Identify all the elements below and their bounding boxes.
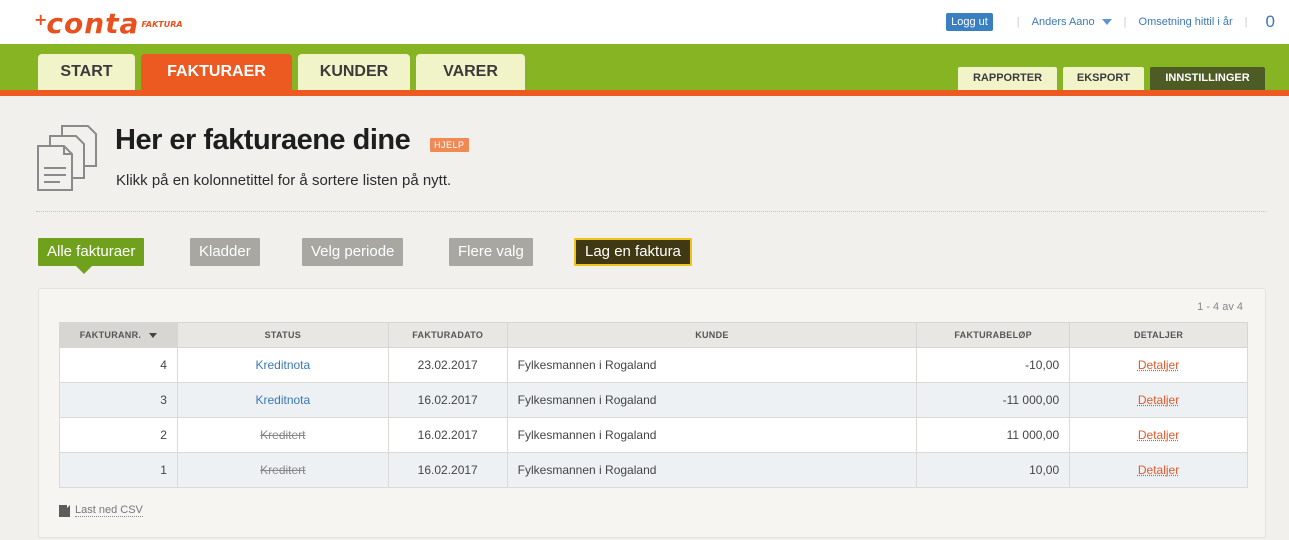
invoice-number: 3 bbox=[59, 382, 178, 418]
column-header-customer[interactable]: KUNDE bbox=[506, 322, 918, 348]
customer-name: Fylkesmannen i Rogaland bbox=[506, 417, 918, 453]
csv-file-icon bbox=[59, 504, 70, 517]
table-row: 4 Kreditnota 23.02.2017 Fylkesmannen i R… bbox=[59, 347, 1248, 383]
filter-period[interactable]: Velg periode bbox=[302, 238, 404, 266]
revenue-value: 0 bbox=[1265, 12, 1275, 31]
filter-all-invoices[interactable]: Alle fakturaer bbox=[38, 238, 145, 274]
column-header-amount[interactable]: FAKTURABELØP bbox=[916, 322, 1071, 348]
page-subtitle: Klikk på en kolonnetittel for å sortere … bbox=[116, 172, 452, 189]
nav-accent-stripe bbox=[0, 90, 1289, 96]
customer-name: Fylkesmannen i Rogaland bbox=[506, 382, 918, 418]
account-area: Logg ut | Anders Aano | Omsetning hittil… bbox=[946, 12, 1289, 32]
revenue-label[interactable]: Omsetning hittil i år bbox=[1139, 16, 1233, 28]
divider: | bbox=[1123, 16, 1127, 28]
top-bar: +conta FAKTURA Logg ut | Anders Aano | Om… bbox=[0, 0, 1289, 44]
table-row: 2 Kreditert 16.02.2017 Fylkesmannen i Ro… bbox=[59, 417, 1248, 453]
invoice-amount: 11 000,00 bbox=[916, 417, 1071, 453]
invoice-amount: -11 000,00 bbox=[916, 382, 1071, 418]
column-header-invoice-number[interactable]: FAKTURANR. bbox=[59, 322, 178, 348]
invoice-number: 1 bbox=[59, 452, 178, 488]
filter-drafts[interactable]: Kladder bbox=[190, 238, 260, 266]
paging-info: 1 - 4 av 4 bbox=[1197, 301, 1243, 313]
filter-more-options[interactable]: Flere valg bbox=[449, 238, 533, 266]
invoice-list-panel: 1 - 4 av 4 FAKTURANR. STATUS FAKTURADATO… bbox=[38, 288, 1266, 538]
customer-name: Fylkesmannen i Rogaland bbox=[506, 347, 918, 383]
tab-rapporter[interactable]: RAPPORTER bbox=[958, 67, 1057, 90]
logout-button[interactable]: Logg ut bbox=[946, 13, 993, 31]
invoice-number: 4 bbox=[59, 347, 178, 383]
table-row: 1 Kreditert 16.02.2017 Fylkesmannen i Ro… bbox=[59, 452, 1248, 488]
download-csv-link[interactable]: Last ned CSV bbox=[59, 504, 143, 517]
page-title: Her er fakturaene dine bbox=[115, 124, 411, 156]
tab-varer[interactable]: VARER bbox=[416, 54, 525, 90]
divider: | bbox=[1016, 16, 1020, 28]
tab-innstillinger[interactable]: INNSTILLINGER bbox=[1150, 67, 1265, 90]
invoice-date: 16.02.2017 bbox=[387, 417, 508, 453]
divider: | bbox=[1244, 16, 1248, 28]
column-header-date[interactable]: FAKTURADATO bbox=[387, 322, 508, 348]
details-link[interactable]: Detaljer bbox=[1138, 358, 1179, 372]
column-header-details[interactable]: DETALJER bbox=[1069, 322, 1248, 348]
user-menu[interactable]: Anders Aano bbox=[1032, 16, 1112, 28]
tab-start[interactable]: START bbox=[38, 54, 135, 90]
user-name: Anders Aano bbox=[1031, 16, 1095, 28]
invoice-amount: -10,00 bbox=[916, 347, 1071, 383]
sort-desc-icon bbox=[149, 333, 158, 339]
details-link[interactable]: Detaljer bbox=[1138, 428, 1179, 442]
customer-name: Fylkesmannen i Rogaland bbox=[506, 452, 918, 488]
invoice-date: 16.02.2017 bbox=[387, 452, 508, 488]
invoice-table: FAKTURANR. STATUS FAKTURADATO KUNDE FAKT… bbox=[59, 322, 1248, 488]
invoice-number: 2 bbox=[59, 417, 178, 453]
details-link[interactable]: Detaljer bbox=[1138, 393, 1179, 407]
column-header-status[interactable]: STATUS bbox=[176, 322, 389, 348]
status-credited: Kreditert bbox=[260, 428, 306, 442]
table-header-row: FAKTURANR. STATUS FAKTURADATO KUNDE FAKT… bbox=[59, 322, 1248, 348]
status-credited: Kreditert bbox=[260, 463, 306, 477]
status-link[interactable]: Kreditnota bbox=[255, 393, 310, 407]
tab-kunder[interactable]: KUNDER bbox=[298, 54, 410, 90]
invoice-amount: 10,00 bbox=[916, 452, 1071, 488]
active-pointer-icon bbox=[76, 266, 92, 274]
help-button[interactable]: HJELP bbox=[430, 138, 469, 152]
table-row: 3 Kreditnota 16.02.2017 Fylkesmannen i R… bbox=[59, 382, 1248, 418]
main-nav: START FAKTURAER KUNDER VARER RAPPORTER E… bbox=[0, 44, 1289, 96]
divider bbox=[36, 211, 1266, 212]
documents-icon bbox=[37, 125, 97, 191]
tab-eksport[interactable]: EKSPORT bbox=[1063, 67, 1144, 90]
caret-down-icon bbox=[1101, 19, 1112, 25]
create-invoice-button[interactable]: Lag en faktura bbox=[574, 238, 692, 266]
conta-logo[interactable]: +conta FAKTURA bbox=[34, 10, 183, 38]
status-link[interactable]: Kreditnota bbox=[255, 358, 310, 372]
invoice-date: 16.02.2017 bbox=[387, 382, 508, 418]
invoice-date: 23.02.2017 bbox=[387, 347, 508, 383]
details-link[interactable]: Detaljer bbox=[1138, 463, 1179, 477]
